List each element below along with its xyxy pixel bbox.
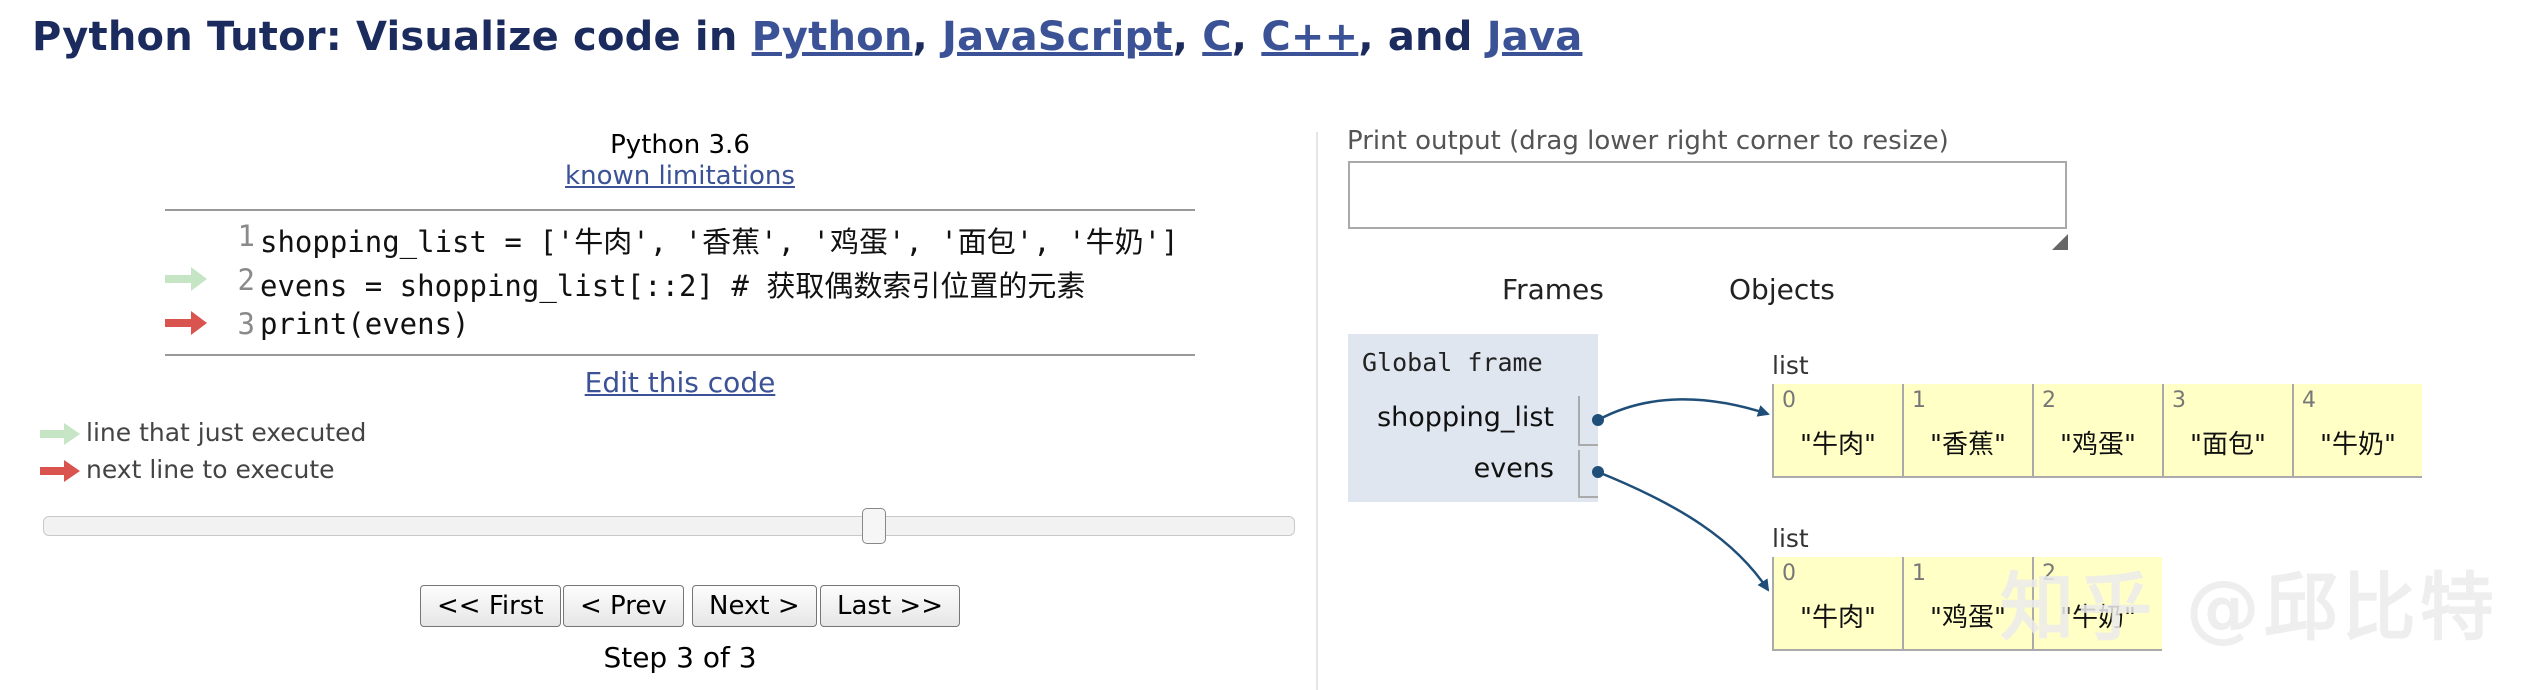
pointer-evens bbox=[1597, 470, 1770, 592]
pointer-shopping-list bbox=[1597, 398, 1770, 422]
watermark: 知乎 @邱比特 bbox=[2000, 565, 2498, 651]
